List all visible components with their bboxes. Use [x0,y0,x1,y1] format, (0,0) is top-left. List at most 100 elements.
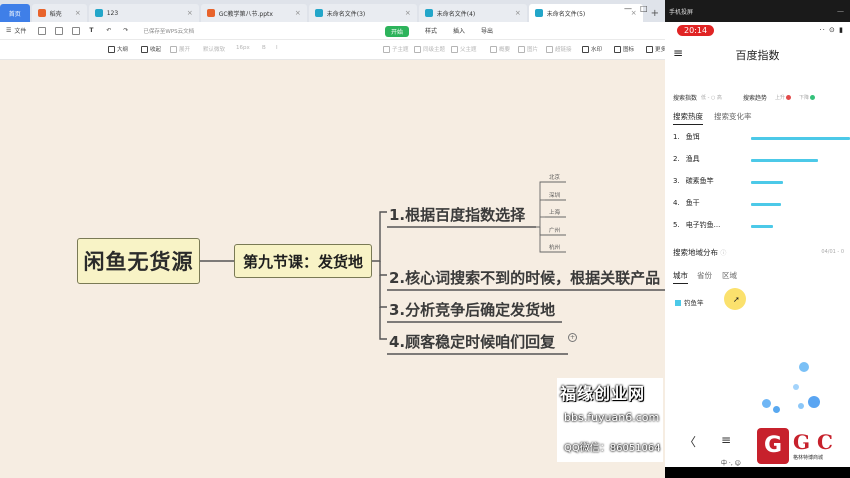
ribbon-tab[interactable]: 导出 [481,26,493,37]
branch-node-4[interactable]: 4.顾客稳定时候咱们回复 [389,331,555,352]
logo-mark: G [757,428,789,464]
download-icon[interactable] [55,26,64,35]
mindmap-lesson-node[interactable]: 第九节课：发货地 [234,244,372,278]
toolbar-item[interactable]: 子主题 [383,45,409,53]
phone-bottom-bar [665,467,850,478]
browser-tab[interactable]: 123 × [88,4,199,22]
ribbon-tab[interactable]: 插入 [453,26,465,37]
browser-tab[interactable]: 首页 [0,4,30,22]
decorative-bubble [808,396,820,408]
toolbar-item-label: 超链接 [555,47,572,53]
city-node-shenzhen[interactable]: 深圳 [547,191,562,199]
tab-favicon-icon [314,9,323,17]
tab-province[interactable]: 省份 [697,270,712,281]
toolbar-item-label: 同级主题 [423,47,446,53]
status-time: 20:14 [677,25,715,36]
tab-search-heat[interactable]: 搜索热度 [673,111,703,125]
city-node-shanghai[interactable]: 上海 [547,208,562,216]
new-tab-button[interactable]: + [645,4,665,22]
toolbar-item-icon [646,45,653,53]
minimize-button[interactable]: — [624,4,632,13]
connector-branch-1 [372,211,387,262]
info-icon[interactable]: ⓘ [720,250,726,257]
undo-icon[interactable]: ↶ [106,27,114,35]
close-tab-icon[interactable]: × [291,9,301,17]
watermark-contact: QQ微信：86051064 [564,443,661,454]
close-tab-icon[interactable]: × [511,9,521,17]
branch-node-1[interactable]: 1.根据百度指数选择 [389,204,525,225]
keyword-row[interactable]: 3. 碳素鱼竿 [673,176,714,186]
browser-tab[interactable]: GC教学第八节.pptx × [200,4,307,22]
maximize-button[interactable]: □ [640,4,648,13]
city-connector-6 [539,227,545,236]
watermark-box: 福缘创业网 bbs.fuyuan6.com QQ微信：86051064 [557,378,663,462]
tab-region[interactable]: 区域 [722,270,737,281]
file-menu[interactable]: ☰ 文件 [6,26,26,35]
home-nav-icon[interactable]: ≡ [721,433,731,447]
back-nav-icon[interactable]: 〈 [684,433,696,450]
city-connector-4 [539,227,545,253]
keyword-rank: 3. [673,177,680,185]
region-date: 04/01 - 0 [821,249,844,255]
toolbar-item[interactable]: 概要 [490,45,510,53]
toolbar-item[interactable]: 父主题 [451,45,477,53]
redo-icon[interactable]: ↷ [123,27,131,35]
format-painter-icon[interactable]: T [89,27,97,35]
keyword-row[interactable]: 4. 鱼干 [673,198,700,208]
toolbar-item[interactable]: I [276,45,278,51]
toolbar-item[interactable]: 超链接 [546,45,572,53]
keyword-heat-bar [751,137,850,140]
browser-tab[interactable]: 未命名文件(3) × [308,4,417,22]
city-node-guangzhou[interactable]: 广州 [547,226,562,234]
branch-node-2[interactable]: 2.核心词搜索不到的时候，根据关联产品 [389,267,660,288]
keyword-rank: 5. [673,221,680,229]
toolbar-item[interactable]: 图标 [614,45,634,53]
tab-search-change-rate[interactable]: 搜索变化率 [714,111,752,122]
branch-node-3[interactable]: 3.分析竞争后确定发货地 [389,299,555,320]
toolbar-item[interactable]: 水印 [582,45,602,53]
save-icon[interactable] [38,26,47,35]
toolbar-item-icon [614,45,621,53]
mindmap-root-node[interactable]: 闲鱼无货源 [77,238,200,284]
toolbar-item-icon [582,45,589,53]
toolbar-item[interactable]: 默认微软 [203,45,225,53]
phone-window-titlebar: 手机投屏 — [665,0,850,22]
close-tab-icon[interactable]: × [71,9,81,17]
decorative-bubble [799,362,809,372]
toolbar-item[interactable]: B [262,45,266,51]
toolbar-item-label: 展开 [179,47,191,53]
decorative-bubble [793,384,799,390]
keyword-row[interactable]: 5. 电子钓鱼... [673,220,720,230]
toolbar-item[interactable]: 16px [236,45,250,51]
keyword-row[interactable]: 1. 鱼饵 [673,132,700,142]
browser-tab-label: GC教学第八节.pptx [218,10,273,18]
close-tab-icon[interactable]: × [183,9,193,17]
tab-city[interactable]: 城市 [673,270,688,284]
ribbon-tab[interactable]: 样式 [425,26,437,37]
legend-label: 钓鱼竿 [684,299,704,307]
keyword-row[interactable]: 2. 渔具 [673,154,700,164]
phone-window-minimize-button[interactable]: — [837,7,844,15]
toolbar-item[interactable]: 同级主题 [414,45,445,53]
browser-tab-label: 未命名文件(5) [546,10,586,18]
browser-tab[interactable]: 稻壳 × [31,4,87,22]
trend-down-legend: 下降 [799,94,816,101]
toolbar-item[interactable]: 收起 [141,45,161,53]
ribbon-tab[interactable]: 开始 [385,26,410,37]
city-node-beijing[interactable]: 北京 [547,173,562,181]
decorative-bubble [798,403,804,409]
app-title: 百度指数 [735,49,780,62]
expand-toggle[interactable]: + [568,333,577,342]
browser-tab[interactable]: 未命名文件(4) × [418,4,527,22]
toolbar-item[interactable]: 展开 [170,45,190,53]
toolbar-item-icon [451,45,458,53]
toolbar-item[interactable]: 更多 [646,45,666,53]
export-icon[interactable] [72,26,81,35]
toolbar-item[interactable]: 大纲 [108,45,128,53]
close-tab-icon[interactable]: × [401,9,411,17]
ime-indicator: 中 ·, ☺ [721,460,741,467]
keyword-rank: 1. [673,133,680,141]
keyword-rank: 2. [673,155,680,163]
toolbar-item[interactable]: 图片 [518,45,538,53]
city-node-hangzhou[interactable]: 杭州 [547,243,562,251]
